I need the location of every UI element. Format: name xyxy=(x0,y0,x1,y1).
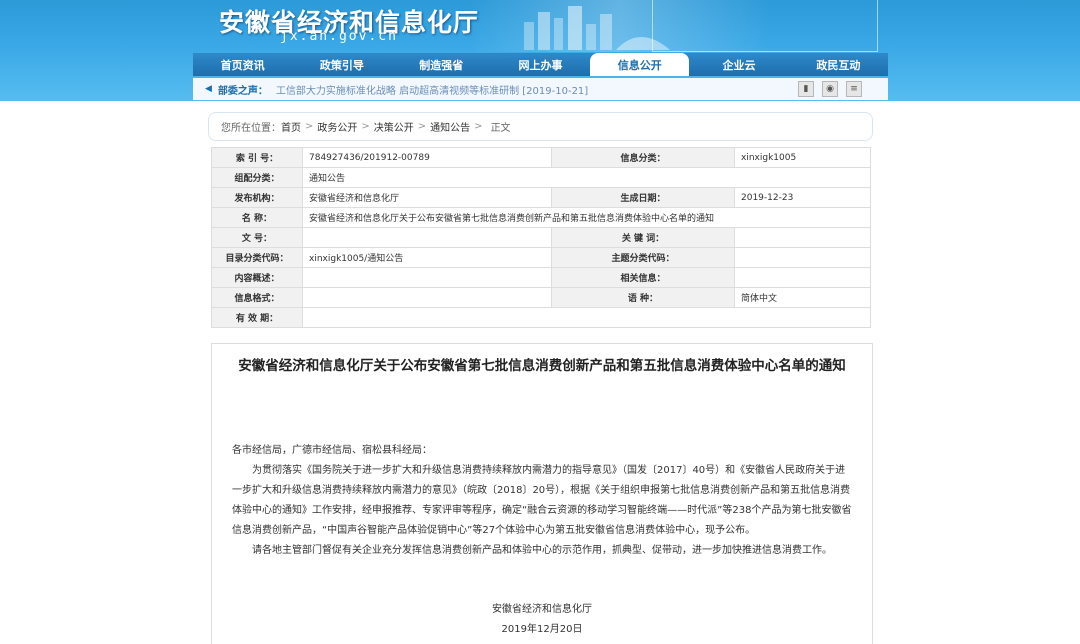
table-row: 名 称： 安徽省经济和信息化厅关于公布安徽省第七批信息消费创新产品和第五批信息消… xyxy=(211,207,871,228)
main-nav: 首页资讯 政策引导 制造强省 网上办事 信息公开 企业云 政民互动 xyxy=(193,53,888,76)
article-salutation: 各市经信局，广德市经信局、宿松县科经局： xyxy=(232,445,432,456)
nav-item-public-interaction[interactable]: 政民互动 xyxy=(789,53,888,76)
meta-label: 相关信息： xyxy=(551,267,735,288)
breadcrumb-separator: > xyxy=(305,121,314,132)
nav-item-manufacturing[interactable]: 制造强省 xyxy=(392,53,491,76)
meta-value xyxy=(302,307,871,328)
article-body: 各市经信局，广德市经信局、宿松县科经局： 为贯彻落实《国务院关于进一步扩大和升级… xyxy=(232,441,854,561)
nav-item-info-disclosure[interactable]: 信息公开 xyxy=(590,53,690,76)
nav-item-online-services[interactable]: 网上办事 xyxy=(491,53,590,76)
meta-value xyxy=(734,247,871,268)
table-row: 内容概述： 相关信息： xyxy=(211,267,871,288)
article-paragraph: 为贯彻落实《国务院关于进一步扩大和升级信息消费持续释放内需潜力的指导意见》（国发… xyxy=(232,465,852,536)
meta-value: 安徽省经济和信息化厅关于公布安徽省第七批信息消费创新产品和第五批信息消费体验中心… xyxy=(302,207,871,228)
meta-label: 内容概述： xyxy=(211,267,303,288)
meta-value: 784927436/201912-00789 xyxy=(302,147,552,168)
banner-frame xyxy=(652,0,878,52)
nav-item-home-news[interactable]: 首页资讯 xyxy=(193,53,292,76)
meta-label: 组配分类： xyxy=(211,167,303,188)
meta-label: 有 效 期： xyxy=(211,307,303,328)
speaker-icon: ◀ xyxy=(205,84,212,94)
nav-item-enterprise-cloud[interactable]: 企业云 xyxy=(689,53,788,76)
meta-label: 发布机构： xyxy=(211,187,303,208)
meta-label: 索 引 号： xyxy=(211,147,303,168)
meta-value xyxy=(734,227,871,248)
meta-value: 2019-12-23 xyxy=(734,187,871,208)
camera-icon[interactable]: ◉ xyxy=(822,81,838,97)
breadcrumb-separator: > xyxy=(361,121,370,132)
meta-label: 文 号： xyxy=(211,227,303,248)
meta-value: xinxigk1005 xyxy=(734,147,871,168)
breadcrumb-notices[interactable]: 通知公告 xyxy=(430,119,470,134)
bookmark-icon[interactable]: ▮ xyxy=(798,81,814,97)
article-signer: 安徽省经济和信息化厅 xyxy=(492,604,592,615)
article-title: 安徽省经济和信息化厅关于公布安徽省第七批信息消费创新产品和第五批信息消费体验中心… xyxy=(238,358,846,374)
table-row: 目录分类代码： xinxigk1005/通知公告 主题分类代码： xyxy=(211,247,871,268)
meta-label: 信息分类： xyxy=(551,147,735,168)
meta-value: 通知公告 xyxy=(302,167,871,188)
meta-value xyxy=(302,267,552,288)
article-paragraph: 请各地主管部门督促有关企业充分发挥信息消费创新产品和体验中心的示范作用，抓典型、… xyxy=(252,545,832,556)
breadcrumb-home[interactable]: 首页 xyxy=(281,119,301,134)
breadcrumb-separator: > xyxy=(417,121,427,132)
meta-value: 安徽省经济和信息化厅 xyxy=(302,187,552,208)
meta-value xyxy=(302,227,552,248)
table-row: 有 效 期： xyxy=(211,307,871,328)
table-row: 信息格式： 语 种： 简体中文 xyxy=(211,287,871,308)
news-ticker: ◀ 部委之声： 工信部大力实施标准化战略 启动超高清视频等标准研制 [2019-… xyxy=(193,78,888,100)
page-tools: ▮ ◉ ≡ xyxy=(798,81,862,97)
table-row: 索 引 号： 784927436/201912-00789 信息分类： xinx… xyxy=(211,147,871,168)
meta-label: 信息格式： xyxy=(211,287,303,308)
meta-value xyxy=(302,287,552,308)
ticker-label: 部委之声： xyxy=(217,85,268,97)
breadcrumb-separator: > xyxy=(474,121,483,132)
breadcrumb-gov-affairs[interactable]: 政务公开 xyxy=(317,119,357,134)
list-icon[interactable]: ≡ xyxy=(846,81,862,97)
table-row: 组配分类： 通知公告 xyxy=(211,167,871,188)
ticker-message[interactable]: 工信部大力实施标准化战略 启动超高清视频等标准研制 [2019-10-21] xyxy=(276,82,588,97)
breadcrumb-current: 正文 xyxy=(490,123,511,134)
meta-label: 名 称： xyxy=(211,207,303,228)
meta-label: 语 种： xyxy=(551,287,735,308)
meta-label: 关 键 词： xyxy=(551,227,735,248)
article-sign-date: 2019年12月20日 xyxy=(501,624,583,635)
nav-item-policy[interactable]: 政策引导 xyxy=(292,53,391,76)
table-row: 文 号： 关 键 词： xyxy=(211,227,871,248)
breadcrumb: 您所在位置： 首页 > 政务公开 > 决策公开 > 通知公告 > 正文 xyxy=(208,112,873,141)
site-domain: jx.ah.gov.cn xyxy=(280,29,398,44)
meta-label: 生成日期： xyxy=(551,187,735,208)
meta-value: xinxigk1005/通知公告 xyxy=(302,247,552,268)
breadcrumb-decision[interactable]: 决策公开 xyxy=(374,119,414,134)
meta-label: 目录分类代码： xyxy=(211,247,303,268)
meta-label: 主题分类代码： xyxy=(551,247,735,268)
table-row: 发布机构： 安徽省经济和信息化厅 生成日期： 2019-12-23 xyxy=(211,187,871,208)
meta-value xyxy=(734,267,871,288)
document-meta-table: 索 引 号： 784927436/201912-00789 信息分类： xinx… xyxy=(211,147,871,328)
article-panel: 安徽省经济和信息化厅关于公布安徽省第七批信息消费创新产品和第五批信息消费体验中心… xyxy=(211,343,873,644)
meta-value: 简体中文 xyxy=(734,287,871,308)
breadcrumb-prefix: 您所在位置： xyxy=(221,123,281,134)
